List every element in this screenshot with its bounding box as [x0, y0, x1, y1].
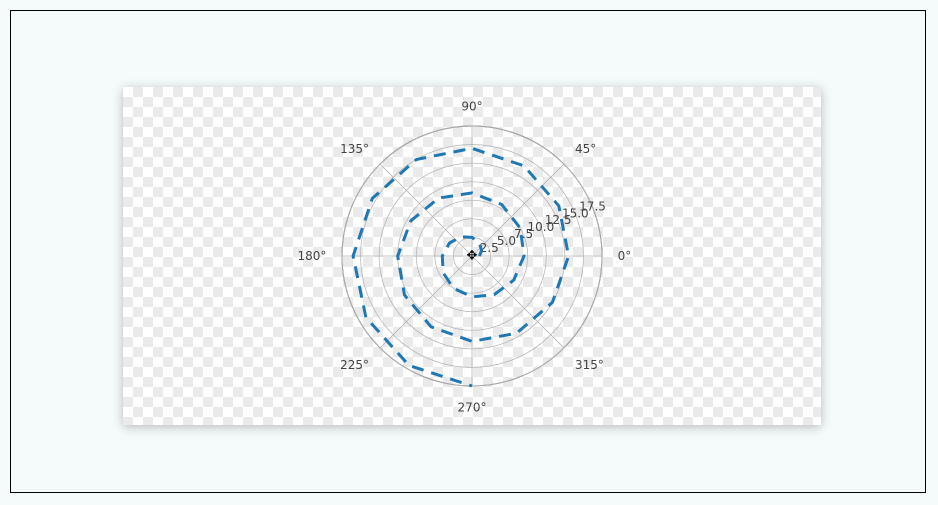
angle-grid: [380, 256, 472, 348]
chart-figure: 0°45°90°135°180°225°270°315°2.55.07.510.…: [123, 87, 821, 425]
angle-tick-label: 90°: [461, 99, 482, 113]
radial-tick-label: 2.5: [480, 241, 499, 255]
angle-tick-label: 315°: [575, 358, 604, 372]
polar-plot-svg: 0°45°90°135°180°225°270°315°2.55.07.510.…: [123, 87, 821, 425]
angle-tick-label: 180°: [297, 249, 326, 263]
radial-tick-label: 5.0: [497, 234, 516, 248]
angle-grid: [472, 256, 564, 348]
angle-tick-label: 0°: [618, 249, 632, 263]
angle-tick-label: 45°: [575, 142, 596, 156]
radial-tick-label: 17.5: [579, 199, 606, 213]
angle-tick-label: 270°: [458, 401, 487, 415]
outer-frame: 0°45°90°135°180°225°270°315°2.55.07.510.…: [10, 10, 926, 493]
angle-tick-label: 135°: [340, 142, 369, 156]
angle-tick-label: 225°: [340, 358, 369, 372]
